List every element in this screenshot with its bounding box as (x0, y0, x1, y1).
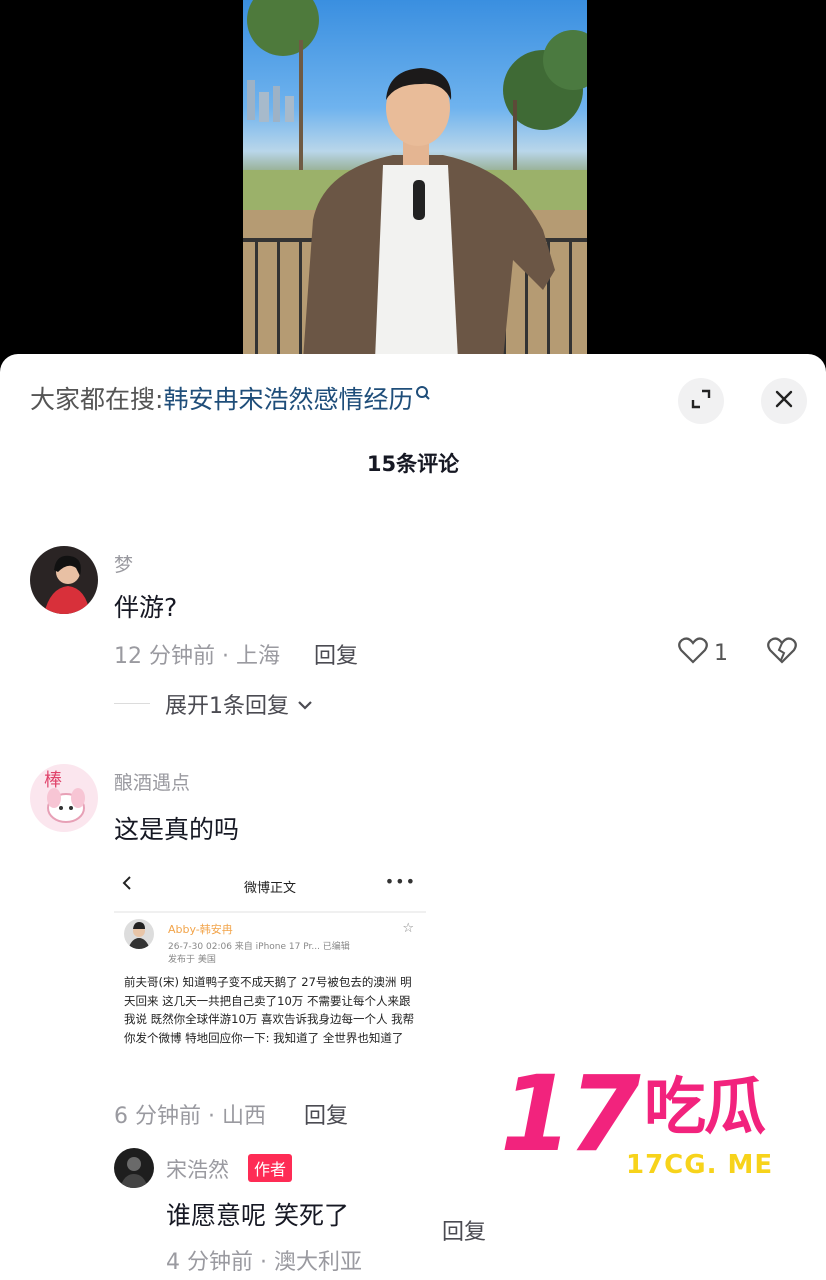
heart-icon (678, 636, 708, 670)
embed-divider (114, 911, 426, 913)
comment-time-location: 12 分钟前 · 上海 (114, 644, 280, 669)
dislike-button[interactable] (766, 636, 798, 668)
watermark-url: 17CG. ME (626, 1150, 774, 1180)
comment-image[interactable]: 微博正文 ••• Abby-韩安冉 26-7-30 02:06 来自 iPhon… (114, 857, 426, 1085)
search-icon (415, 380, 431, 409)
reply-username[interactable]: 宋浩然 (166, 1154, 229, 1184)
video-scene (243, 0, 587, 360)
expand-button[interactable] (678, 378, 724, 424)
watermark-logo: 吃瓜 (644, 1070, 766, 1143)
search-prefix: 大家都在搜: (30, 385, 164, 414)
embed-location: 发布于 美国 (168, 955, 216, 965)
close-button[interactable] (761, 378, 807, 424)
embed-time: 26-7-30 02:06 来自 iPhone 17 Pr... 已编辑 (168, 942, 350, 952)
search-suggestion[interactable]: 大家都在搜:韩安冉宋浩然感情经历 (30, 380, 431, 416)
avatar[interactable]: 棒 (30, 764, 98, 832)
broken-heart-icon (766, 637, 798, 668)
comment-count: 15条评论 (366, 452, 460, 476)
like-button[interactable]: 1 (678, 636, 728, 670)
star-icon: ☆ (402, 921, 414, 936)
comment-username[interactable]: 酿酒遇点 (114, 768, 190, 795)
comment-text: 这是真的吗 (114, 815, 240, 844)
reply-button[interactable]: 回复 (442, 1214, 486, 1246)
comment-text: 伴游? (114, 593, 178, 622)
embed-body: 前夫哥(宋) 知道鸭子变不成天鹅了 27号被包去的澳洲 明天回来 这几天一共把自… (124, 975, 415, 1045)
svg-text:棒: 棒 (44, 770, 62, 791)
expand-replies-label: 展开1条回复 (165, 694, 289, 719)
video-preview[interactable] (243, 0, 587, 360)
author-badge: 作者 (248, 1154, 293, 1182)
comment-time-location: 6 分钟前 · 山西 (114, 1104, 266, 1129)
comment-username[interactable]: 梦 (114, 550, 133, 577)
expand-icon (690, 388, 712, 414)
close-icon (773, 388, 795, 414)
avatar[interactable] (30, 546, 98, 614)
embed-username: Abby-韩安冉 (168, 923, 233, 936)
reply-button[interactable]: 回复 (314, 638, 358, 670)
watermark-number: 17 (500, 1053, 641, 1175)
reply-time-location: 4 分钟前 · 澳大利亚 (166, 1250, 362, 1275)
expand-divider (114, 703, 150, 704)
reply-button[interactable]: 回复 (304, 1098, 348, 1130)
reply-text: 谁愿意呢 笑死了 (166, 1201, 349, 1230)
embed-header: 微博正文 ••• (114, 857, 426, 913)
search-term-link[interactable]: 韩安冉宋浩然感情经历 (163, 385, 413, 414)
embed-title: 微博正文 (243, 881, 296, 896)
like-count: 1 (714, 640, 728, 666)
expand-replies-button[interactable]: 展开1条回复 (165, 688, 313, 720)
reply-avatar[interactable] (114, 1148, 154, 1188)
embed-avatar (124, 919, 154, 949)
chevron-down-icon (297, 692, 313, 717)
more-icon: ••• (384, 872, 416, 891)
